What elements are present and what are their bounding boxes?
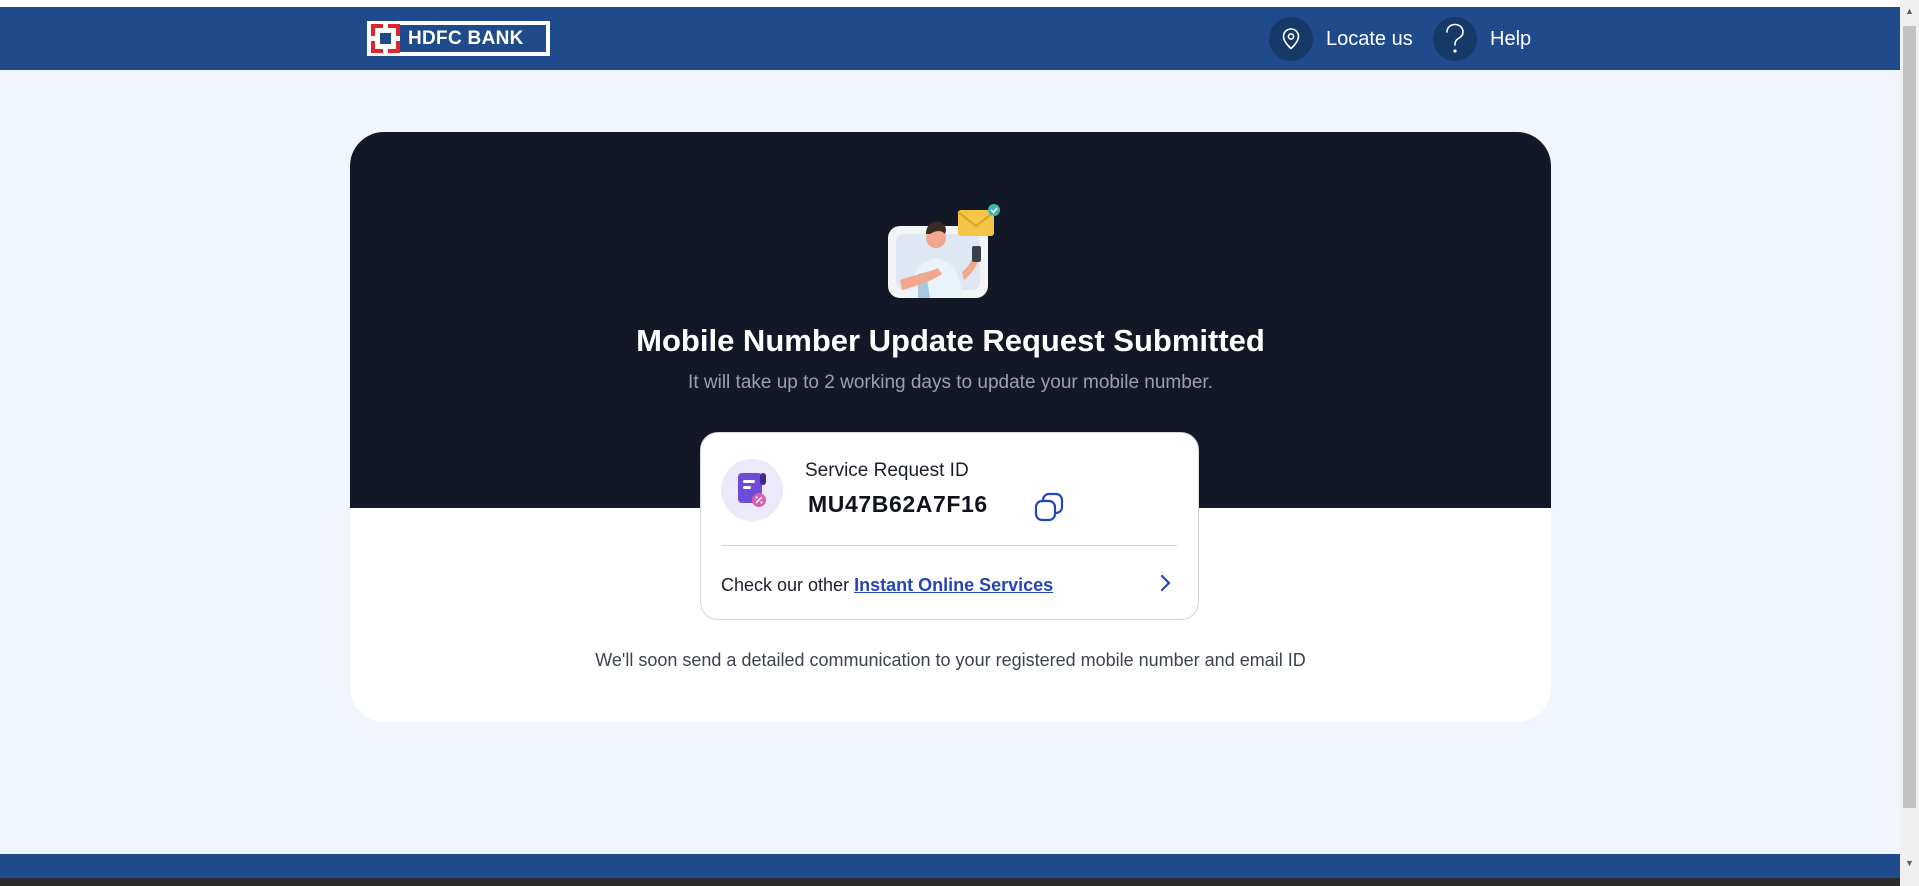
location-pin-icon xyxy=(1269,17,1313,61)
communication-note: We'll soon send a detailed communication… xyxy=(595,650,1306,670)
page-title: Mobile Number Update Request Submitted xyxy=(636,323,1265,358)
help-label: Help xyxy=(1490,27,1532,50)
instant-online-services-link[interactable]: Instant Online Services xyxy=(854,575,1053,595)
scroll-up-arrow-icon[interactable]: ▲ xyxy=(1905,6,1914,16)
service-request-id: MU47B62A7F16 xyxy=(808,491,988,517)
scroll-down-arrow-icon[interactable]: ▼ xyxy=(1905,858,1914,868)
document-percent-icon xyxy=(721,459,783,521)
service-request-label: Service Request ID xyxy=(805,460,969,481)
locate-us-link[interactable]: Locate us xyxy=(1269,17,1413,61)
other-services-prefix: Check our other xyxy=(721,575,850,595)
browser-top-strip xyxy=(0,0,1900,7)
person-with-envelope-illustration xyxy=(880,202,1016,302)
question-mark-icon xyxy=(1433,17,1477,61)
divider xyxy=(721,545,1177,546)
chevron-right-icon[interactable] xyxy=(1153,571,1177,595)
hdfc-logo[interactable]: HDFC BANK xyxy=(367,21,550,56)
locate-us-label: Locate us xyxy=(1326,27,1413,50)
site-footer xyxy=(0,854,1900,878)
help-link[interactable]: Help xyxy=(1433,17,1531,61)
other-services-row: Check our other Instant Online Services xyxy=(721,575,1053,596)
site-header: HDFC BANK Locate us Help xyxy=(0,7,1900,70)
logo-text: HDFC BANK xyxy=(408,27,524,49)
taskbar-strip xyxy=(0,878,1900,886)
confirmation-card: Mobile Number Update Request Submitted I… xyxy=(350,132,1551,722)
copy-icon[interactable] xyxy=(1033,491,1065,523)
service-request-card: Service Request ID MU47B62A7F16 Check ou… xyxy=(700,432,1199,620)
scrollbar-thumb[interactable] xyxy=(1903,26,1916,808)
page-subtitle: It will take up to 2 working days to upd… xyxy=(688,372,1213,393)
logo-inner: HDFC BANK xyxy=(371,24,546,53)
hdfc-logo-mark-icon xyxy=(371,24,400,53)
